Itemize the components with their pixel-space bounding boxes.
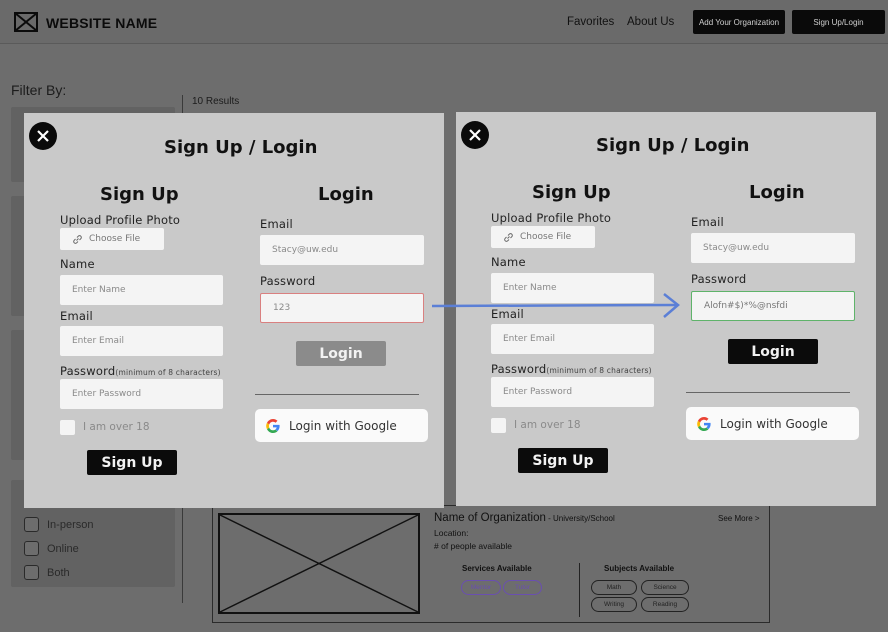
age-label: I am over 18 bbox=[83, 421, 150, 433]
login-email-input[interactable]: Stacy@uw.edu bbox=[260, 235, 424, 265]
photo-label: Upload Profile Photo bbox=[60, 213, 181, 227]
filter-checkbox-in-person[interactable] bbox=[24, 517, 39, 532]
org-name[interactable]: Name of Organization - University/School bbox=[434, 512, 615, 524]
google-icon bbox=[697, 416, 711, 431]
add-organization-button[interactable]: Add Your Organization bbox=[693, 10, 785, 34]
login-button-disabled[interactable]: Login bbox=[296, 341, 386, 366]
age-checkbox[interactable] bbox=[491, 418, 506, 433]
signup-button[interactable]: Sign Up bbox=[518, 448, 608, 473]
service-pill[interactable]: Tutor bbox=[503, 580, 542, 595]
name-label: Name bbox=[491, 255, 526, 269]
org-people: # of people available bbox=[434, 541, 512, 551]
flow-arrow-icon bbox=[431, 293, 680, 318]
login-password-input[interactable]: 123 bbox=[260, 293, 424, 323]
login-password-label: Password bbox=[260, 274, 316, 288]
link-icon bbox=[504, 232, 513, 242]
google-login-label: Login with Google bbox=[720, 416, 828, 431]
services-title: Services Available bbox=[462, 564, 532, 573]
login-password-label: Password bbox=[691, 272, 747, 286]
signup-password-input[interactable]: Enter Password bbox=[60, 379, 223, 409]
google-login-label: Login with Google bbox=[289, 418, 397, 433]
subject-pill[interactable]: Science bbox=[641, 580, 689, 595]
filter-label: Online bbox=[47, 543, 79, 555]
nav-link-about-us[interactable]: About Us bbox=[627, 16, 674, 28]
google-login-button[interactable]: Login with Google bbox=[686, 407, 859, 440]
signup-email-input[interactable]: Enter Email bbox=[491, 324, 654, 354]
login-password-input[interactable]: Alofn#$)*%@nsfdi bbox=[691, 291, 855, 321]
close-icon bbox=[469, 129, 481, 141]
age-label: I am over 18 bbox=[514, 419, 581, 431]
login-button[interactable]: Login bbox=[728, 339, 818, 364]
choose-file-button[interactable]: Choose File bbox=[60, 228, 164, 250]
filter-title: Filter By: bbox=[11, 82, 67, 98]
choose-file-button[interactable]: Choose File bbox=[491, 226, 595, 248]
org-location: Location: bbox=[434, 528, 469, 538]
signup-title: Sign Up bbox=[100, 184, 179, 205]
password-label: Password(minimum of 8 characters) bbox=[491, 362, 652, 376]
subject-pill[interactable]: Reading bbox=[641, 597, 689, 612]
service-pill[interactable]: Mentor bbox=[461, 580, 501, 595]
filter-checkbox-both[interactable] bbox=[24, 565, 39, 580]
close-icon bbox=[37, 130, 49, 142]
name-label: Name bbox=[60, 257, 95, 271]
divider bbox=[686, 392, 850, 393]
divider bbox=[255, 394, 419, 395]
choose-file-label: Choose File bbox=[89, 234, 141, 244]
filter-label: In-person bbox=[47, 519, 94, 531]
choose-file-label: Choose File bbox=[520, 232, 572, 242]
card-divider bbox=[579, 563, 580, 617]
login-email-label: Email bbox=[691, 215, 724, 229]
filter-checkbox-online[interactable] bbox=[24, 541, 39, 556]
login-email-label: Email bbox=[260, 217, 293, 231]
age-checkbox[interactable] bbox=[60, 420, 75, 435]
subjects-title: Subjects Available bbox=[604, 564, 675, 573]
password-label: Password(minimum of 8 characters) bbox=[60, 364, 221, 378]
subject-pill[interactable]: Math bbox=[591, 580, 637, 595]
subject-pill[interactable]: Writing bbox=[591, 597, 637, 612]
filter-label: Both bbox=[47, 567, 70, 579]
signup-button[interactable]: Sign Up bbox=[87, 450, 177, 475]
navbar: WEBSITE NAME Favorites About Us Add Your… bbox=[0, 0, 888, 44]
google-login-button[interactable]: Login with Google bbox=[255, 409, 428, 442]
image-placeholder-icon bbox=[218, 513, 420, 614]
name-input[interactable]: Enter Name bbox=[60, 275, 223, 305]
logo-icon[interactable] bbox=[14, 12, 38, 32]
signup-password-input[interactable]: Enter Password bbox=[491, 377, 654, 407]
nav-link-favorites[interactable]: Favorites bbox=[567, 16, 614, 28]
site-name[interactable]: WEBSITE NAME bbox=[46, 15, 157, 31]
link-icon bbox=[73, 234, 82, 244]
results-count: 10 Results bbox=[192, 96, 240, 107]
signup-email-input[interactable]: Enter Email bbox=[60, 326, 223, 356]
close-modal-button[interactable] bbox=[29, 122, 57, 150]
modal-title: Sign Up / Login bbox=[164, 137, 318, 158]
signup-title: Sign Up bbox=[532, 182, 611, 203]
email-label: Email bbox=[60, 309, 93, 323]
modal-title: Sign Up / Login bbox=[596, 135, 750, 156]
login-title: Login bbox=[749, 182, 805, 203]
google-icon bbox=[266, 418, 280, 433]
login-title: Login bbox=[318, 184, 374, 205]
login-email-input[interactable]: Stacy@uw.edu bbox=[691, 233, 855, 263]
photo-label: Upload Profile Photo bbox=[491, 211, 612, 225]
see-more-link[interactable]: See More > bbox=[718, 514, 760, 523]
signup-login-nav-button[interactable]: Sign Up/Login bbox=[792, 10, 885, 34]
close-modal-button[interactable] bbox=[461, 121, 489, 149]
